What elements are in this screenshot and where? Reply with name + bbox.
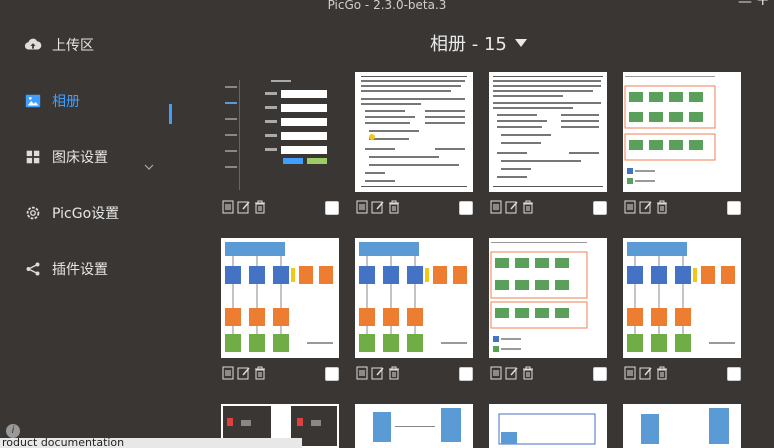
card-actions: [221, 366, 339, 382]
chevron-down-icon[interactable]: [144, 162, 154, 172]
delete-icon[interactable]: [521, 366, 535, 380]
sidebar-item-picbed-settings[interactable]: 图床设置: [24, 145, 108, 169]
select-checkbox[interactable]: [325, 367, 339, 381]
grid-icon: [26, 150, 40, 164]
copy-link-icon[interactable]: [489, 200, 503, 214]
image-thumbnail[interactable]: [623, 72, 741, 192]
sidebar-item-gallery[interactable]: 相册: [24, 89, 80, 113]
underlying-window-text: roduct documentation: [0, 438, 302, 448]
image-thumbnail[interactable]: [489, 404, 607, 448]
edit-icon[interactable]: [237, 366, 251, 380]
sidebar-item-label: 相册: [52, 94, 80, 110]
copy-link-icon[interactable]: [221, 366, 235, 380]
select-checkbox[interactable]: [727, 201, 741, 215]
edit-icon[interactable]: [639, 200, 653, 214]
card-actions: [489, 200, 607, 216]
copy-link-icon[interactable]: [221, 200, 235, 214]
select-checkbox[interactable]: [593, 201, 607, 215]
sidebar-item-picgo-settings[interactable]: PicGo设置: [24, 201, 119, 225]
sidebar-item-plugin-settings[interactable]: 插件设置: [24, 257, 108, 281]
card-actions: [489, 366, 607, 382]
image-thumbnail[interactable]: [355, 404, 473, 448]
share-icon: [26, 262, 40, 276]
edit-icon[interactable]: [505, 366, 519, 380]
image-thumbnail[interactable]: [355, 72, 473, 192]
select-checkbox[interactable]: [727, 367, 741, 381]
edit-icon[interactable]: [237, 200, 251, 214]
image-thumbnail[interactable]: [221, 238, 339, 358]
album-title-text: 相册 - 15: [430, 34, 507, 55]
select-checkbox[interactable]: [459, 201, 473, 215]
copy-link-icon[interactable]: [623, 200, 637, 214]
select-checkbox[interactable]: [459, 367, 473, 381]
image-thumbnail[interactable]: [489, 72, 607, 192]
info-button[interactable]: i: [6, 424, 20, 438]
select-checkbox[interactable]: [593, 367, 607, 381]
edit-icon[interactable]: [371, 366, 385, 380]
gallery-area: 相册 - 15: [180, 14, 774, 448]
sidebar-item-upload[interactable]: 上传区: [24, 33, 94, 57]
card-actions: [221, 200, 339, 216]
album-title[interactable]: 相册 - 15: [430, 30, 527, 56]
image-thumbnail[interactable]: [355, 238, 473, 358]
card-actions: [623, 366, 741, 382]
card-actions: [355, 366, 473, 382]
delete-icon[interactable]: [655, 200, 669, 214]
new-window-button[interactable]: +: [756, 0, 769, 8]
copy-link-icon[interactable]: [355, 366, 369, 380]
delete-icon[interactable]: [655, 366, 669, 380]
delete-icon[interactable]: [253, 366, 267, 380]
copy-link-icon[interactable]: [623, 366, 637, 380]
image-thumbnail[interactable]: [623, 238, 741, 358]
image-icon: [25, 94, 41, 108]
delete-icon[interactable]: [387, 200, 401, 214]
image-thumbnail[interactable]: [489, 238, 607, 358]
image-thumbnail[interactable]: [221, 72, 339, 192]
card-actions: [623, 200, 741, 216]
sidebar-item-label: 上传区: [52, 38, 94, 54]
minimize-button[interactable]: —: [738, 0, 752, 9]
edit-icon[interactable]: [371, 200, 385, 214]
sidebar-item-label: PicGo设置: [52, 206, 120, 222]
delete-icon[interactable]: [521, 200, 535, 214]
delete-icon[interactable]: [387, 366, 401, 380]
copy-link-icon[interactable]: [355, 200, 369, 214]
gear-icon: [26, 206, 40, 220]
copy-link-icon[interactable]: [489, 366, 503, 380]
select-checkbox[interactable]: [325, 201, 339, 215]
card-actions: [355, 200, 473, 216]
title-bar: PicGo - 2.3.0-beta.3 — +: [0, 0, 774, 14]
active-indicator: [169, 104, 172, 124]
sidebar-item-label: 插件设置: [52, 262, 108, 278]
cloud-upload-icon: [24, 38, 42, 50]
image-thumbnail[interactable]: [623, 404, 741, 448]
caret-down-icon: [514, 39, 527, 47]
edit-icon[interactable]: [505, 200, 519, 214]
sidebar: 上传区 相册 图床设置 PicGo设置 插件设置: [0, 14, 180, 448]
edit-icon[interactable]: [639, 366, 653, 380]
sidebar-item-label: 图床设置: [52, 150, 108, 166]
delete-icon[interactable]: [253, 200, 267, 214]
window-title: PicGo - 2.3.0-beta.3: [327, 0, 447, 12]
